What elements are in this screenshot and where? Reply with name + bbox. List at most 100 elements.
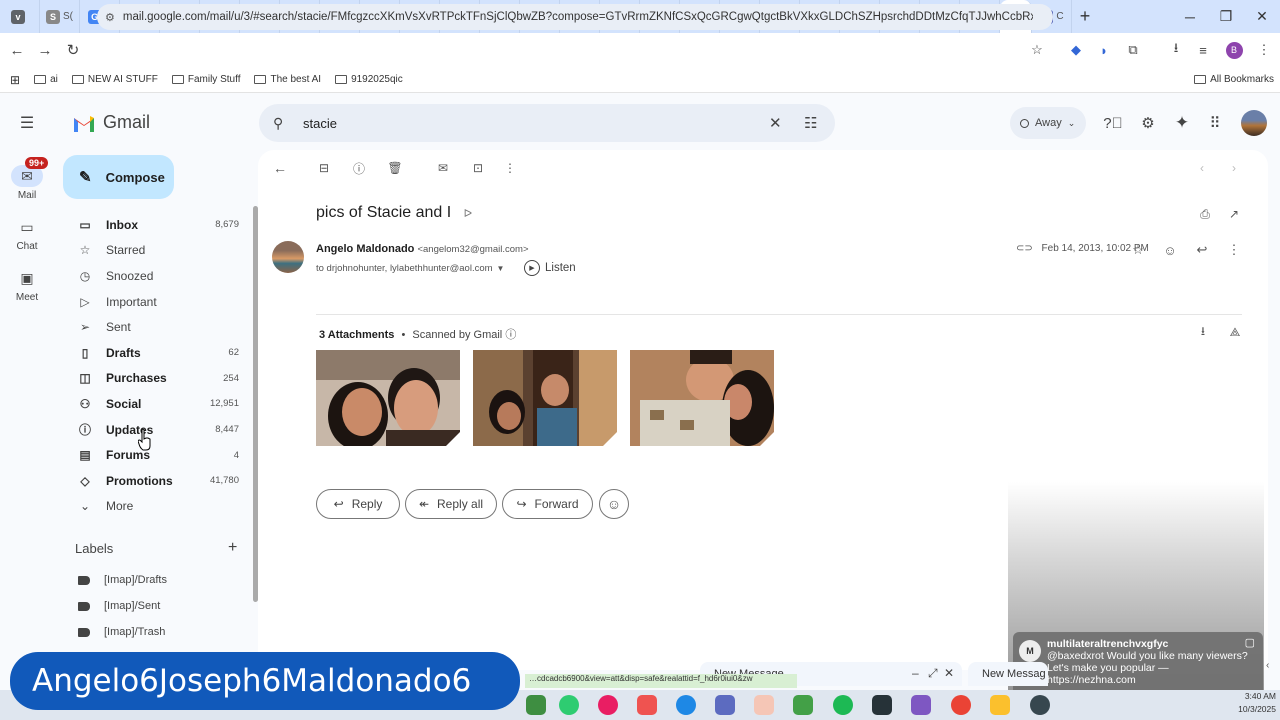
download-icon[interactable]: ⭳ bbox=[1164, 38, 1188, 62]
close-window-icon[interactable]: ✕ bbox=[1244, 0, 1280, 33]
back-arrow-icon[interactable]: ← bbox=[3, 36, 31, 64]
back-to-search-icon[interactable]: ← bbox=[271, 159, 289, 177]
report-spam-icon[interactable]: ⓘ bbox=[350, 159, 368, 177]
minimize-icon[interactable]: ─ bbox=[1172, 0, 1208, 33]
print-icon[interactable]: ⎙ bbox=[1196, 205, 1214, 223]
search-options-icon[interactable]: ☷ bbox=[804, 114, 817, 132]
message-more-icon[interactable]: ⋮ bbox=[1225, 241, 1243, 259]
sidebar-item-purchases[interactable]: ◫ Purchases 254 bbox=[62, 366, 252, 392]
add-reaction-icon[interactable]: ☺ bbox=[1161, 241, 1179, 259]
bookmark-star-icon[interactable]: ☆ bbox=[1025, 38, 1049, 62]
attachment-thumbnail[interactable] bbox=[316, 350, 460, 446]
taskbar-app-icon[interactable] bbox=[559, 695, 579, 715]
taskbar-app-icon[interactable] bbox=[715, 695, 735, 715]
taskbar-app-icon[interactable] bbox=[1030, 695, 1050, 715]
emoji-reaction-button[interactable]: ☺ bbox=[599, 489, 629, 519]
more-options-icon[interactable]: ⋮ bbox=[501, 159, 519, 177]
main-menu-icon[interactable]: ☰ bbox=[0, 113, 54, 133]
bookmark-folder[interactable]: ai bbox=[34, 74, 58, 85]
reply-all-button[interactable]: ↞ Reply all bbox=[405, 489, 497, 519]
gemini-sparkle-icon[interactable]: ✦ bbox=[1171, 112, 1193, 134]
delete-icon[interactable]: 🗑 bbox=[386, 159, 404, 177]
add-label-icon[interactable]: + bbox=[228, 539, 237, 557]
sidebar-item-drafts[interactable]: ▯ Drafts 62 bbox=[62, 340, 252, 366]
archive-icon[interactable]: ⊟ bbox=[315, 159, 333, 177]
attachment-thumbnail[interactable] bbox=[630, 350, 774, 446]
extensions-puzzle-icon[interactable]: ⧉ bbox=[1121, 38, 1145, 62]
taskbar-app-icon[interactable] bbox=[598, 695, 618, 715]
info-icon[interactable]: ⓘ bbox=[505, 329, 516, 341]
taskbar-app-icon[interactable] bbox=[911, 695, 931, 715]
taskbar-app-icon[interactable] bbox=[951, 695, 971, 715]
url-omnibox[interactable]: ⚙ mail.google.com/mail/u/3/#search/staci… bbox=[97, 4, 1053, 30]
taskbar-app-icon[interactable] bbox=[793, 695, 813, 715]
search-input[interactable]: stacie bbox=[303, 116, 337, 131]
sidebar-item-social[interactable]: ⚇ Social 12,951 bbox=[62, 391, 252, 417]
maximize-icon[interactable]: ❐ bbox=[1208, 0, 1244, 33]
status-away-button[interactable]: Away ⌄ bbox=[1010, 107, 1086, 139]
sender-avatar[interactable] bbox=[272, 241, 304, 273]
site-settings-icon[interactable]: ⚙ bbox=[105, 11, 115, 24]
notification-chat-icon[interactable]: ▢ bbox=[1245, 636, 1255, 649]
listen-button[interactable]: ▶ Listen bbox=[524, 260, 576, 276]
bookmark-folder[interactable]: 9192025qic bbox=[335, 74, 403, 85]
browser-tab[interactable]: S S( bbox=[40, 0, 80, 33]
taskbar-app-icon[interactable] bbox=[833, 695, 853, 715]
extension-1-icon[interactable]: ◆ bbox=[1064, 38, 1088, 62]
sidebar-item-snoozed[interactable]: ◷ Snoozed bbox=[62, 263, 252, 289]
system-clock[interactable]: 3:40 AM 10/3/2025 bbox=[1230, 690, 1276, 716]
close-compose-icon[interactable]: ✕ bbox=[944, 666, 954, 680]
sidebar-item-inbox[interactable]: ▭ Inbox 8,679 bbox=[62, 212, 252, 238]
sidebar-item-starred[interactable]: ☆ Starred bbox=[62, 238, 252, 264]
newer-icon[interactable]: ‹ bbox=[1193, 159, 1211, 177]
sidebar-item-important[interactable]: ▷ Important bbox=[62, 289, 252, 315]
search-icon[interactable]: ⚲ bbox=[273, 115, 283, 132]
sidebar-item-forums[interactable]: ▤ Forums 4 bbox=[62, 442, 252, 468]
help-icon[interactable]: ?⃝ bbox=[1102, 112, 1124, 134]
sidebar-item-more[interactable]: ⌄ More bbox=[62, 494, 252, 520]
rail-mail[interactable]: ✉ 99+ Mail bbox=[0, 157, 54, 201]
gmail-logo[interactable]: Gmail bbox=[72, 112, 150, 133]
sender-name[interactable]: Angelo Maldonado bbox=[316, 243, 414, 255]
bookmark-folder[interactable]: Family Stuff bbox=[171, 74, 240, 85]
extension-2-icon[interactable]: ◗ bbox=[1092, 38, 1116, 62]
apps-grid-icon[interactable]: ⠿ bbox=[1204, 112, 1226, 134]
browser-tab[interactable]: v bbox=[0, 0, 40, 33]
bookmark-folder[interactable]: NEW AI STUFF bbox=[71, 74, 158, 85]
account-avatar[interactable] bbox=[1241, 110, 1267, 136]
taskbar-app-icon[interactable] bbox=[872, 695, 892, 715]
add-to-drive-icon[interactable]: ⟁ bbox=[1226, 323, 1244, 341]
clear-search-icon[interactable]: ✕ bbox=[769, 114, 782, 132]
mark-unread-icon[interactable]: ✉ bbox=[434, 159, 452, 177]
open-new-window-icon[interactable]: ↗ bbox=[1225, 205, 1243, 223]
minimize-compose-icon[interactable]: ‒ bbox=[912, 666, 919, 680]
chat-notification[interactable]: M multilateraltrenchvxgfyc @baxedxrot Wo… bbox=[1013, 632, 1263, 698]
url-text[interactable]: mail.google.com/mail/u/3/#search/stacie/… bbox=[123, 11, 1033, 23]
star-icon[interactable]: ☆ bbox=[1129, 241, 1147, 259]
label-important-icon[interactable]: ᐅ bbox=[464, 208, 472, 220]
sidebar-item-promotions[interactable]: ◇ Promotions 41,780 bbox=[62, 468, 252, 494]
rail-meet[interactable]: ▣ Meet bbox=[0, 267, 54, 304]
settings-gear-icon[interactable]: ⚙ bbox=[1137, 112, 1159, 134]
expand-compose-icon[interactable]: ⤢ bbox=[928, 666, 938, 681]
bookmark-folder[interactable]: The best AI bbox=[254, 74, 321, 85]
search-bar[interactable]: ⚲ stacie ✕ ☷ bbox=[259, 104, 835, 142]
recipients-dropdown-icon[interactable]: ▼ bbox=[497, 264, 505, 273]
label-item[interactable]: [Imap]/Drafts bbox=[78, 574, 167, 586]
profile-icon[interactable]: B bbox=[1225, 41, 1243, 59]
reload-icon[interactable]: ↻ bbox=[59, 36, 87, 64]
taskbar-app-icon[interactable] bbox=[637, 695, 657, 715]
download-all-icon[interactable]: ⭳ bbox=[1194, 323, 1212, 341]
sidebar-item-updates[interactable]: ⓘ Updates 8,447 bbox=[62, 417, 252, 443]
label-item[interactable]: [Imap]/Trash bbox=[78, 626, 165, 638]
reply-button[interactable]: ↩ Reply bbox=[316, 489, 400, 519]
taskbar-app-icon[interactable] bbox=[990, 695, 1010, 715]
media-control-icon[interactable]: ≡ bbox=[1191, 38, 1215, 62]
attachment-thumbnail[interactable] bbox=[473, 350, 617, 446]
taskbar-app-icon[interactable] bbox=[754, 695, 774, 715]
new-message-window-2[interactable]: New Messag bbox=[968, 662, 1048, 686]
taskbar-app-icon[interactable] bbox=[526, 695, 546, 715]
reply-icon[interactable]: ↩ bbox=[1193, 241, 1211, 259]
compose-button[interactable]: ✎ Compose bbox=[63, 155, 174, 199]
sidebar-item-sent[interactable]: ➢ Sent bbox=[62, 314, 252, 340]
